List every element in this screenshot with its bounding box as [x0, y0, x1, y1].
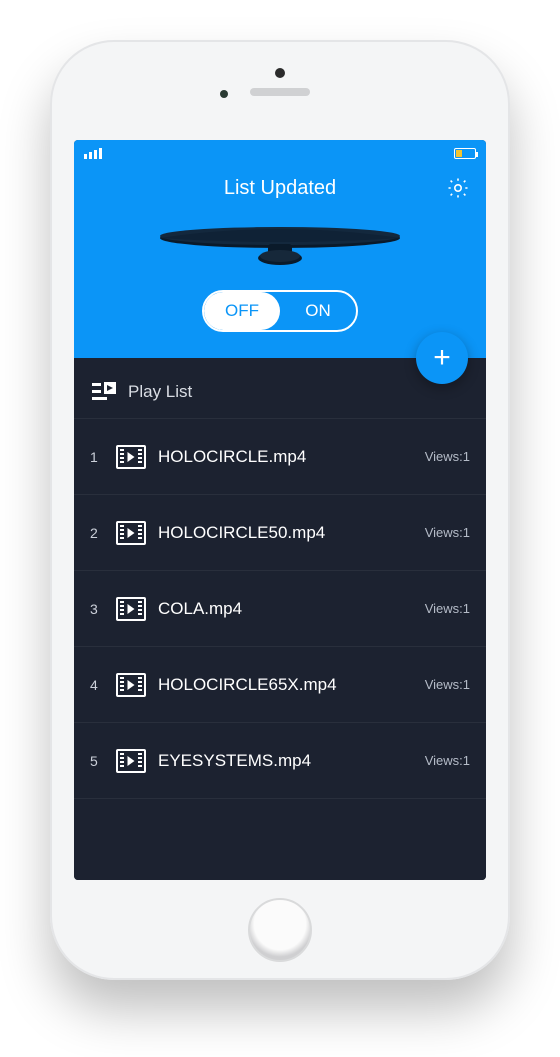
settings-button[interactable] — [446, 176, 470, 200]
item-index: 1 — [90, 449, 104, 465]
toggle-off-label: OFF — [204, 292, 280, 330]
screen: List Updated — [74, 140, 486, 880]
playlist-icon — [92, 382, 116, 402]
phone-proximity-sensor — [220, 90, 228, 98]
list-item[interactable]: 5 EYESYSTEMS.mp4 Views:1 — [74, 723, 486, 799]
video-file-icon — [116, 597, 146, 621]
item-views: Views:1 — [425, 601, 470, 616]
playlist-items: 1 HOLOCIRCLE.mp4 Views:1 2 HOLOCIRCLE50.mp4 V… — [74, 419, 486, 799]
status-bar — [74, 140, 486, 166]
phone-speaker — [250, 88, 310, 96]
phone-frame: List Updated — [50, 40, 510, 980]
video-file-icon — [116, 521, 146, 545]
item-views: Views:1 — [425, 677, 470, 692]
device-image — [74, 216, 486, 276]
item-index: 4 — [90, 677, 104, 693]
toggle-on-label: ON — [280, 292, 356, 330]
video-file-icon — [116, 749, 146, 773]
list-item[interactable]: 2 HOLOCIRCLE50.mp4 Views:1 — [74, 495, 486, 571]
playlist-area: Play List 1 HOLOCIRCLE.mp4 Views:1 2 HOLOCIR… — [74, 358, 486, 880]
item-views: Views:1 — [425, 525, 470, 540]
item-index: 2 — [90, 525, 104, 541]
item-name: EYESYSTEMS.mp4 — [158, 751, 413, 771]
item-name: HOLOCIRCLE50.mp4 — [158, 523, 413, 543]
add-button[interactable]: + — [416, 332, 468, 384]
playlist-title: Play List — [128, 382, 192, 402]
list-item[interactable]: 3 COLA.mp4 Views:1 — [74, 571, 486, 647]
item-views: Views:1 — [425, 753, 470, 768]
battery-icon — [454, 148, 476, 159]
plus-icon: + — [433, 341, 451, 375]
item-name: HOLOCIRCLE65X.mp4 — [158, 675, 413, 695]
item-name: COLA.mp4 — [158, 599, 413, 619]
signal-icon — [84, 148, 102, 159]
list-item[interactable]: 4 HOLOCIRCLE65X.mp4 Views:1 — [74, 647, 486, 723]
page-title: List Updated — [224, 177, 336, 200]
phone-camera — [275, 68, 285, 78]
item-index: 3 — [90, 601, 104, 617]
item-name: HOLOCIRCLE.mp4 — [158, 447, 413, 467]
home-button[interactable] — [248, 898, 312, 962]
video-file-icon — [116, 445, 146, 469]
title-row: List Updated — [74, 166, 486, 210]
item-index: 5 — [90, 753, 104, 769]
item-views: Views:1 — [425, 449, 470, 464]
video-file-icon — [116, 673, 146, 697]
power-toggle[interactable]: OFF ON — [202, 290, 358, 332]
header: List Updated — [74, 140, 486, 358]
list-item[interactable]: 1 HOLOCIRCLE.mp4 Views:1 — [74, 419, 486, 495]
